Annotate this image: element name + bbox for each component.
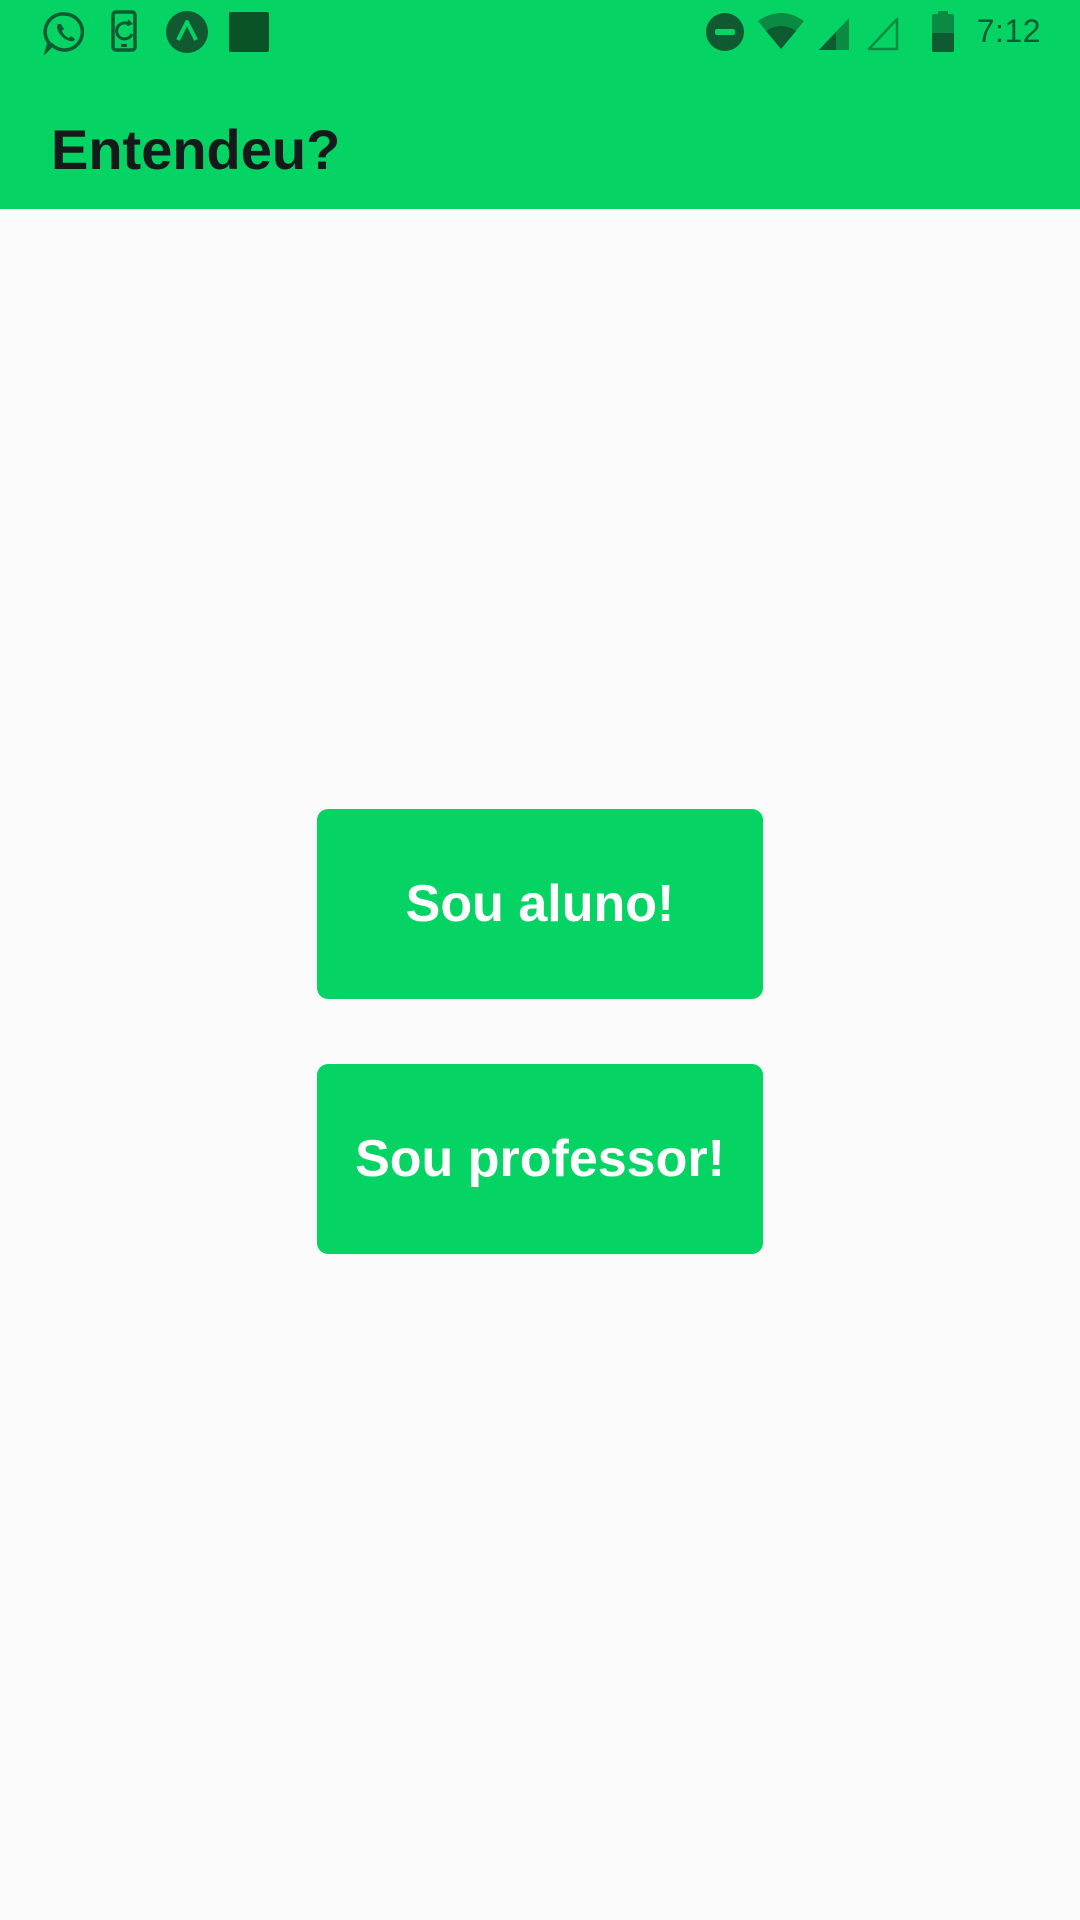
status-time: 7:12 (976, 13, 1041, 49)
student-button[interactable]: Sou aluno! (317, 809, 763, 999)
wifi-icon (756, 9, 806, 55)
status-bar: 7:12 (0, 0, 1080, 63)
screen-rotation-icon (104, 9, 150, 55)
do-not-disturb-icon (702, 9, 748, 55)
app-bar: Entendeu? (0, 63, 1080, 209)
page-title: Entendeu? (51, 118, 341, 181)
expo-icon (164, 9, 210, 55)
signal-icon (816, 9, 862, 55)
whatsapp-icon (42, 9, 88, 55)
signal-empty-icon (864, 9, 910, 55)
main-content: Sou aluno! Sou professor! (0, 209, 1080, 1920)
battery-icon (926, 9, 960, 55)
square-app-icon (226, 9, 272, 55)
teacher-button[interactable]: Sou professor! (317, 1064, 763, 1254)
